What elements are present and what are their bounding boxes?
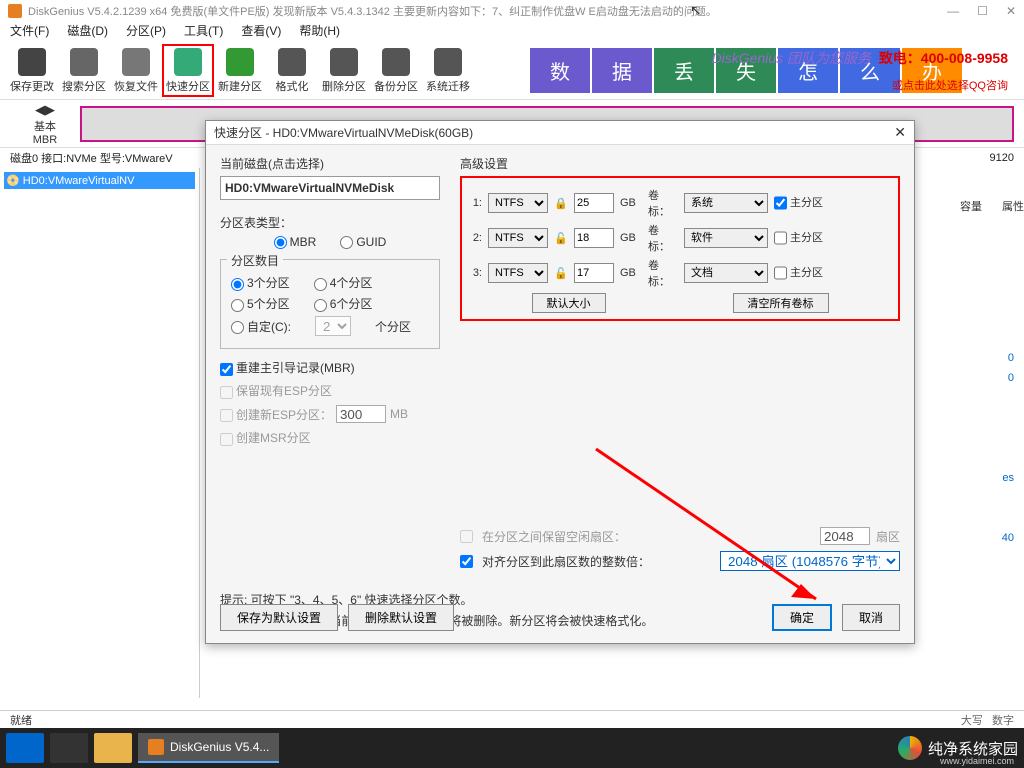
- tool-save[interactable]: 保存更改: [6, 44, 58, 97]
- gap-value: [820, 527, 870, 545]
- current-disk-label: 当前磁盘(点击选择): [220, 155, 440, 172]
- tool-quick-partition[interactable]: 快速分区: [162, 44, 214, 97]
- window-titlebar: DiskGenius V5.4.2.1239 x64 免费版(单文件PE版) 发…: [0, 0, 1024, 22]
- partition-row-2: 2:NTFS🔓GB卷标：软件主分区: [468, 222, 892, 254]
- primary-chk-2[interactable]: 主分区: [774, 228, 823, 248]
- radio-guid[interactable]: GUID: [340, 235, 386, 249]
- fs-select-3[interactable]: NTFS: [488, 263, 548, 283]
- maximize-button[interactable]: ☐: [977, 4, 988, 18]
- tool-backup[interactable]: 备份分区: [370, 44, 422, 97]
- taskbar-search[interactable]: [50, 733, 88, 763]
- delete-default-button[interactable]: 删除默认设置: [348, 604, 454, 631]
- menu-view[interactable]: 查看(V): [241, 22, 281, 42]
- toolbar: 保存更改 搜索分区 恢复文件 快速分区 新建分区 格式化 删除分区 备份分区 系…: [0, 42, 1024, 100]
- radio-custom[interactable]: 自定(C):: [231, 318, 291, 335]
- fs-select-1[interactable]: NTFS: [488, 193, 548, 213]
- size-input-1[interactable]: [574, 193, 614, 213]
- tool-search[interactable]: 搜索分区: [58, 44, 110, 97]
- chk-rebuild-mbr[interactable]: 重建主引导记录(MBR): [220, 359, 355, 376]
- disk-tree[interactable]: 📀 HD0:VMwareVirtualNV: [0, 168, 200, 698]
- right-links: 00 es 40: [1002, 348, 1014, 548]
- chk-align[interactable]: [460, 555, 473, 568]
- radio-mbr[interactable]: MBR: [274, 235, 317, 249]
- ad-banner[interactable]: 数 据 丢 失 怎 么 办 DiskGenius 团队为您服务 致电：400-0…: [474, 44, 1018, 97]
- fs-select-2[interactable]: NTFS: [488, 228, 548, 248]
- taskbar-explorer[interactable]: [94, 733, 132, 763]
- tool-delete[interactable]: 删除分区: [318, 44, 370, 97]
- partition-row-1: 1:NTFS🔒GB卷标：系统主分区: [468, 187, 892, 219]
- size-input-3[interactable]: [574, 263, 614, 283]
- start-button[interactable]: [6, 733, 44, 763]
- minimize-button[interactable]: —: [947, 4, 959, 18]
- partition-count-group: 分区数目 3个分区 4个分区 5个分区 6个分区 自定(C): 2 个分区: [220, 259, 440, 349]
- radio-4[interactable]: 4个分区: [314, 274, 373, 291]
- advanced-settings-box: 1:NTFS🔒GB卷标：系统主分区2:NTFS🔓GB卷标：软件主分区3:NTFS…: [460, 176, 900, 321]
- dialog-close-button[interactable]: ✕: [894, 124, 906, 141]
- chk-keep-esp: 保留现有ESP分区: [220, 382, 332, 399]
- taskbar-app-diskgenius[interactable]: DiskGenius V5.4...: [138, 733, 279, 763]
- save-default-button[interactable]: 保存为默认设置: [220, 604, 338, 631]
- radio-5[interactable]: 5个分区: [231, 295, 290, 312]
- taskbar: DiskGenius V5.4... 纯净系统家园 www.yidaimei.c…: [0, 728, 1024, 768]
- clear-labels-button[interactable]: 清空所有卷标: [733, 293, 829, 313]
- dialog-title: 快速分区 - HD0:VMwareVirtualNVMeDisk(60GB): [214, 124, 473, 141]
- esp-size-input: [336, 405, 386, 423]
- advanced-label: 高级设置: [460, 155, 900, 172]
- chk-new-msr: 创建MSR分区: [220, 429, 311, 446]
- primary-chk-1[interactable]: 主分区: [774, 193, 823, 213]
- watermark-url: www.yidaimei.com: [940, 756, 1014, 766]
- radio-3[interactable]: 3个分区: [231, 274, 290, 291]
- menu-disk[interactable]: 磁盘(D): [67, 22, 108, 42]
- chk-new-esp: 创建新ESP分区：: [220, 406, 332, 423]
- lock-icon[interactable]: 🔓: [554, 267, 568, 280]
- current-disk-select[interactable]: HD0:VMwareVirtualNVMeDisk: [220, 176, 440, 200]
- tool-new[interactable]: 新建分区: [214, 44, 266, 97]
- window-title: DiskGenius V5.4.2.1239 x64 免费版(单文件PE版) 发…: [28, 3, 717, 19]
- menu-tools[interactable]: 工具(T): [184, 22, 223, 42]
- quick-partition-dialog: 快速分区 - HD0:VMwareVirtualNVMeDisk(60GB) ✕…: [205, 120, 915, 644]
- lock-icon[interactable]: 🔒: [554, 197, 568, 210]
- partition-type-group: 分区表类型： MBR GUID: [220, 214, 440, 249]
- tree-item-hd0[interactable]: 📀 HD0:VMwareVirtualNV: [4, 172, 195, 189]
- ok-button[interactable]: 确定: [772, 604, 832, 631]
- menubar: 文件(F) 磁盘(D) 分区(P) 工具(T) 查看(V) 帮助(H): [0, 22, 1024, 42]
- cancel-button[interactable]: 取消: [842, 604, 900, 631]
- brand-logo-icon: [898, 736, 922, 760]
- disk-basic-label: ◀▶ 基本 MBR: [10, 102, 80, 146]
- vlabel-select-3[interactable]: 文档: [684, 263, 768, 283]
- custom-count-select[interactable]: 2: [315, 316, 351, 336]
- tool-migrate[interactable]: 系统迁移: [422, 44, 474, 97]
- partition-row-3: 3:NTFS🔓GB卷标：文档主分区: [468, 257, 892, 289]
- mouse-cursor: ↖: [690, 2, 702, 19]
- lock-icon[interactable]: 🔓: [554, 232, 568, 245]
- chk-gap: [460, 530, 473, 543]
- default-size-button[interactable]: 默认大小: [532, 293, 606, 313]
- app-icon-small: [148, 739, 164, 755]
- dialog-titlebar: 快速分区 - HD0:VMwareVirtualNVMeDisk(60GB) ✕: [206, 121, 914, 145]
- menu-partition[interactable]: 分区(P): [126, 22, 166, 42]
- menu-help[interactable]: 帮助(H): [299, 22, 340, 42]
- tool-recover[interactable]: 恢复文件: [110, 44, 162, 97]
- close-button[interactable]: ✕: [1006, 4, 1016, 18]
- size-input-2[interactable]: [574, 228, 614, 248]
- primary-chk-3[interactable]: 主分区: [774, 263, 823, 283]
- vlabel-select-2[interactable]: 软件: [684, 228, 768, 248]
- align-select[interactable]: 2048 扇区 (1048576 字节): [720, 551, 900, 571]
- tool-format[interactable]: 格式化: [266, 44, 318, 97]
- radio-6[interactable]: 6个分区: [314, 295, 373, 312]
- statusbar: 就绪 大写 数字: [0, 710, 1024, 728]
- app-icon: [8, 4, 22, 18]
- menu-file[interactable]: 文件(F): [10, 22, 49, 42]
- vlabel-select-1[interactable]: 系统: [684, 193, 768, 213]
